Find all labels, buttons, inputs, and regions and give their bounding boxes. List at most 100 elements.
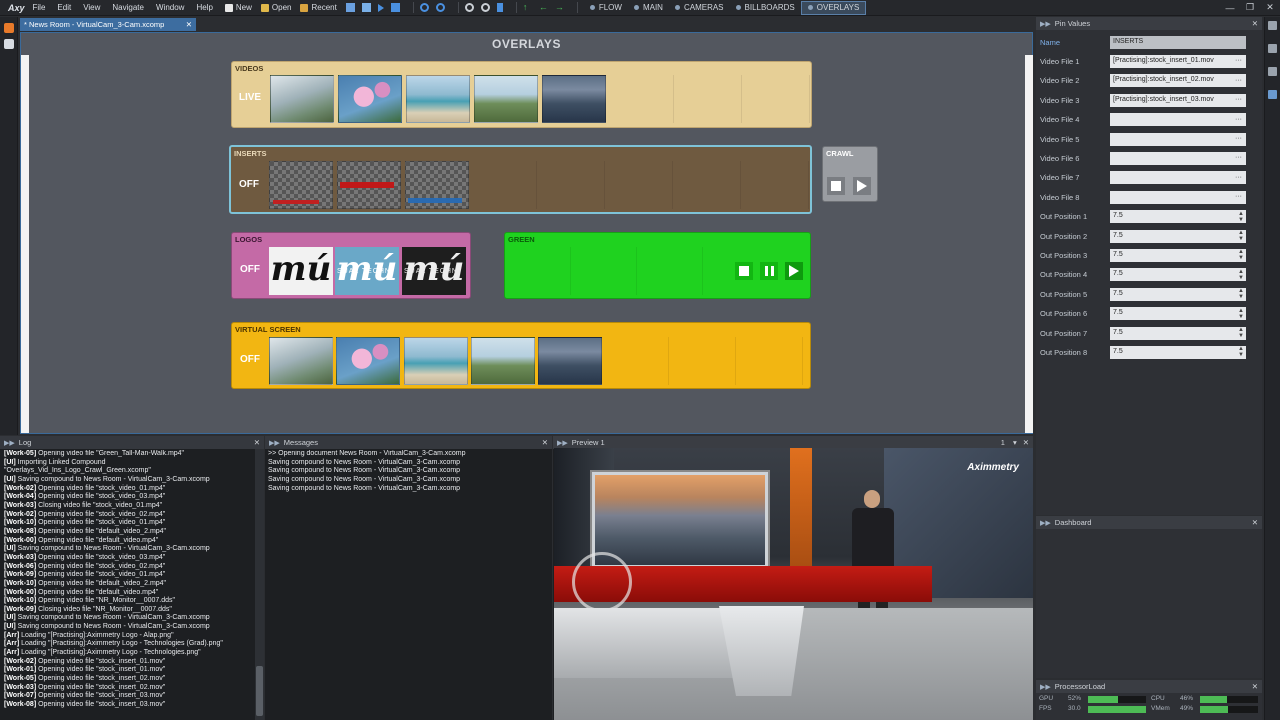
stop-icon[interactable] <box>390 3 400 12</box>
tab-billboards[interactable]: BILLBOARDS <box>730 1 801 15</box>
green-stop-button[interactable] <box>735 262 753 280</box>
green-slot-empty[interactable] <box>507 247 571 295</box>
settings-icon[interactable] <box>1268 67 1277 76</box>
undo-icon[interactable] <box>419 3 429 12</box>
spinner-icon[interactable]: ▲ ▼ <box>1238 249 1244 261</box>
video-slot[interactable] <box>542 75 606 123</box>
spinner-icon[interactable]: ▲ ▼ <box>1238 327 1244 339</box>
video-slot-empty[interactable] <box>610 75 674 123</box>
virtual-screen-slot[interactable] <box>538 337 602 385</box>
close-panel-icon[interactable]: ✕ <box>1023 438 1029 447</box>
redo-icon[interactable] <box>435 3 445 12</box>
preview-index[interactable]: 1 <box>1001 438 1005 447</box>
panel-arrow-icon[interactable]: ▶▶ <box>557 439 568 447</box>
insert-slot-empty[interactable] <box>541 161 605 209</box>
insert-slot-empty[interactable] <box>473 161 537 209</box>
panel-arrow-icon[interactable]: ▶▶ <box>4 439 15 447</box>
insert-slot[interactable] <box>269 161 333 209</box>
video-slot[interactable] <box>474 75 538 123</box>
virtual-screen-slot[interactable] <box>336 337 400 385</box>
gear-icon[interactable] <box>1268 90 1277 99</box>
preview-render[interactable]: Aximmetry <box>554 448 1033 720</box>
virtual-screen-slot[interactable] <box>404 337 468 385</box>
document-icon[interactable] <box>4 39 14 49</box>
browse-file-icon[interactable]: ··· <box>1235 193 1242 200</box>
close-panel-icon[interactable]: ✕ <box>1252 682 1258 691</box>
log-scrollbar[interactable] <box>255 449 264 720</box>
save-all-icon[interactable] <box>361 3 371 12</box>
menu-help[interactable]: Help <box>196 3 212 12</box>
spinner-icon[interactable]: ▲ ▼ <box>1238 230 1244 242</box>
new-button[interactable]: New <box>224 3 252 12</box>
panel-arrow-icon[interactable]: ▶▶ <box>1040 519 1051 527</box>
video-slot[interactable] <box>406 75 470 123</box>
crawl-panel[interactable]: CRAWL <box>822 146 878 202</box>
menu-view[interactable]: View <box>83 3 100 12</box>
virtual-screen-slot[interactable] <box>269 337 333 385</box>
close-panel-icon[interactable]: ✕ <box>1252 19 1258 28</box>
menu-edit[interactable]: Edit <box>57 3 71 12</box>
virtual-screen-slot[interactable] <box>471 337 535 385</box>
green-pause-button[interactable] <box>760 262 778 280</box>
spinner-icon[interactable]: ▲ ▼ <box>1238 308 1244 320</box>
video-slot[interactable] <box>338 75 402 123</box>
tab-cameras[interactable]: CAMERAS <box>669 1 730 15</box>
pin-value-field[interactable]: 7.5 <box>1110 210 1246 224</box>
pin-value-field[interactable] <box>1110 151 1246 165</box>
green-panel[interactable]: GREEN <box>504 232 811 299</box>
pin-value-field[interactable]: [Practising]:stock_insert_02.mov <box>1110 74 1246 88</box>
properties-icon[interactable] <box>1268 44 1277 53</box>
pin-value-field[interactable]: 7.5 <box>1110 326 1246 340</box>
browse-file-icon[interactable]: ··· <box>1235 57 1242 64</box>
pin-value-field[interactable]: INSERTS <box>1110 35 1246 49</box>
pin-value-field[interactable] <box>1110 171 1246 185</box>
pin-value-field[interactable]: 7.5 <box>1110 248 1246 262</box>
pin-value-field[interactable] <box>1110 190 1246 204</box>
browse-file-icon[interactable]: ··· <box>1235 174 1242 181</box>
green-slot-empty[interactable] <box>573 247 637 295</box>
recent-button[interactable]: Recent <box>300 3 337 12</box>
arrow-left-icon[interactable]: ← <box>539 3 548 12</box>
virtual-screen-state[interactable]: OFF <box>232 354 268 365</box>
pin-value-field[interactable]: [Practising]:stock_insert_03.mov <box>1110 93 1246 107</box>
flow-editor-icon[interactable] <box>4 23 14 33</box>
tab-main[interactable]: MAIN <box>628 1 669 15</box>
save-icon[interactable] <box>345 3 355 12</box>
panel-arrow-icon[interactable]: ▶▶ <box>1040 20 1051 28</box>
pin-value-field[interactable] <box>1110 132 1246 146</box>
pin-value-field[interactable]: [Practising]:stock_insert_01.mov <box>1110 54 1246 68</box>
tab-flow[interactable]: FLOW <box>584 1 628 15</box>
crawl-play-button[interactable] <box>853 177 871 195</box>
pin-value-field[interactable]: 7.5 <box>1110 287 1246 301</box>
insert-slot-empty[interactable] <box>609 161 673 209</box>
pin-value-field[interactable]: 7.5 <box>1110 345 1246 359</box>
dropdown-icon[interactable]: ▾ <box>1013 438 1017 447</box>
logos-state[interactable]: OFF <box>232 264 268 275</box>
document-tab[interactable]: * News Room - VirtualCam_3-Cam.xcomp ✕ <box>20 18 196 31</box>
virtual-screen-slot-empty[interactable] <box>672 337 736 385</box>
close-tab-icon[interactable]: ✕ <box>186 20 192 29</box>
minimize-icon[interactable]: — <box>1220 3 1240 13</box>
close-panel-icon[interactable]: ✕ <box>542 438 548 447</box>
virtual-screen-slot-empty[interactable] <box>739 337 803 385</box>
virtual-screen-panel[interactable]: VIRTUAL SCREEN OFF <box>231 322 811 389</box>
menu-navigate[interactable]: Navigate <box>112 3 144 12</box>
spinner-icon[interactable]: ▲ ▼ <box>1238 211 1244 223</box>
videos-panel[interactable]: VIDEOS LIVE <box>231 61 812 128</box>
inserts-panel[interactable]: INSERTS OFF <box>229 145 812 214</box>
open-button[interactable]: Open <box>260 3 291 12</box>
browse-file-icon[interactable]: ··· <box>1235 135 1242 142</box>
pin-value-field[interactable]: 7.5 <box>1110 229 1246 243</box>
panel-arrow-icon[interactable]: ▶▶ <box>269 439 280 447</box>
browse-file-icon[interactable]: ··· <box>1235 154 1242 161</box>
pin-value-field[interactable]: 7.5 <box>1110 307 1246 321</box>
restore-icon[interactable]: ❐ <box>1240 2 1260 13</box>
green-slot-empty[interactable] <box>639 247 703 295</box>
logo-slot[interactable]: mú SUAL TECHN <box>335 247 399 295</box>
close-panel-icon[interactable]: ✕ <box>254 438 260 447</box>
document-icon[interactable] <box>1268 21 1277 30</box>
inserts-state[interactable]: OFF <box>231 179 267 190</box>
panel-arrow-icon[interactable]: ▶▶ <box>1040 683 1051 691</box>
play-icon[interactable] <box>377 3 384 12</box>
pin-value-field[interactable]: 7.5 <box>1110 268 1246 282</box>
